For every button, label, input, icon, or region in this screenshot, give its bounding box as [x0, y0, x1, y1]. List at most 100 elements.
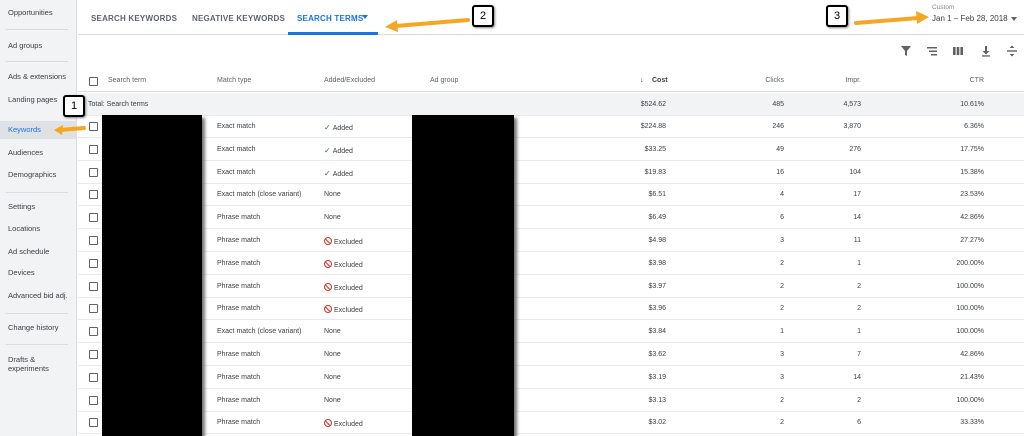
status-label: None — [324, 328, 341, 336]
match-type-cell: Phrase match — [217, 282, 261, 290]
row-checkbox[interactable] — [89, 327, 98, 337]
row-checkbox[interactable] — [89, 190, 98, 200]
status-label: Excluded — [334, 307, 363, 315]
column-header-cost[interactable]: Cost — [652, 77, 668, 84]
row-checkbox[interactable] — [89, 304, 98, 314]
sidebar-item-advanced-bid-adj[interactable]: Advanced bid adj. — [0, 291, 77, 300]
table-row[interactable]: Phrase match None $3.13 2 2 100.00% — [78, 389, 1024, 412]
status-label: Excluded — [334, 239, 363, 246]
sidebar-item-audiences[interactable]: Audiences — [0, 148, 77, 157]
annotation-callout-1: 1 — [63, 95, 85, 117]
status-cell: Excluded — [324, 282, 363, 292]
clicks-cell: 49 — [776, 145, 784, 153]
column-header-clicks[interactable]: Clicks — [728, 77, 784, 84]
column-header-ctr[interactable]: CTR — [928, 77, 984, 84]
sidebar-item-demographics[interactable]: Demographics — [0, 170, 77, 179]
segment-icon[interactable] — [926, 45, 938, 57]
match-type-cell: Phrase match — [217, 259, 261, 267]
row-checkbox[interactable] — [89, 350, 98, 359]
filter-icon[interactable] — [900, 45, 912, 57]
status-label: Added — [332, 125, 353, 132]
column-header-ad-group[interactable]: Ad group — [430, 77, 458, 84]
columns-icon[interactable] — [952, 45, 964, 57]
row-checkbox[interactable] — [89, 258, 98, 268]
row-checkbox[interactable] — [89, 144, 98, 154]
table-row[interactable]: Exact match (close variant) None $3.84 1 1 10… — [78, 320, 1024, 344]
sidebar-item-settings[interactable]: Settings — [0, 202, 77, 211]
clicks-cell: 3 — [780, 351, 784, 358]
sidebar-item-ad-schedule[interactable]: Ad schedule — [0, 247, 77, 256]
match-type-cell: Phrase match — [217, 305, 261, 313]
match-type-cell: Exact match — [217, 168, 256, 176]
sidebar-item-ads-extensions[interactable]: Ads & extensions — [0, 72, 77, 81]
table-row[interactable]: Phrase match None $3.19 3 14 21.43% — [78, 366, 1024, 389]
row-checkbox[interactable] — [89, 281, 98, 291]
cost-cell: $224.88 — [640, 123, 666, 130]
date-range-picker[interactable]: Jan 1 – Feb 28, 2018 — [932, 14, 1008, 23]
tab-negative-keywords[interactable]: NEGATIVE KEYWORDS — [192, 14, 285, 23]
table-row[interactable]: Phrase match None $3.62 3 7 42.86% — [78, 343, 1024, 366]
column-header-match-type[interactable]: Match type — [217, 77, 251, 84]
cost-cell: $3.96 — [648, 305, 666, 313]
impr-cell: 2 — [857, 282, 861, 290]
sidebar-item-drafts-experiments[interactable]: Drafts & experiments — [0, 355, 77, 373]
row-checkbox[interactable] — [89, 167, 98, 177]
table-row[interactable]: Phrase match None $6.49 6 14 42.86% — [78, 206, 1024, 230]
ctr-cell: 33.33% — [960, 419, 984, 427]
impr-cell: 3,870 — [843, 123, 861, 130]
download-icon[interactable] — [980, 45, 992, 57]
tab-search-keywords[interactable]: SEARCH KEYWORDS — [91, 14, 177, 23]
expand-icon[interactable] — [1006, 45, 1018, 57]
row-checkbox[interactable] — [89, 395, 98, 405]
sidebar-item-devices[interactable]: Devices — [0, 268, 77, 277]
row-checkbox[interactable] — [89, 236, 98, 245]
table-row[interactable]: Exact match ✓ Added $19.83 16 104 15.38% — [78, 161, 1024, 184]
annotation-arrow-2 — [385, 18, 470, 32]
match-type-cell: Phrase match — [217, 396, 261, 404]
column-header-search-term[interactable]: Search term — [108, 77, 146, 84]
status-label: None — [324, 373, 341, 381]
status-cell: ✓ Added — [324, 169, 353, 178]
redacted-ad-groups — [412, 115, 514, 436]
sidebar-item-opportunities[interactable]: Opportunities — [0, 8, 77, 17]
sidebar: Opportunities Ad groups Ads & extensions… — [0, 0, 77, 436]
table-row[interactable]: Exact match ✓ Added $33.25 49 276 17.75% — [78, 138, 1024, 161]
table-row[interactable]: Exact match (close variant) None $6.51 4 17 2… — [78, 183, 1024, 207]
table-row[interactable]: Phrase match Excluded $3.98 2 1 200.00% — [78, 252, 1024, 275]
select-all-checkbox[interactable] — [89, 77, 98, 86]
impr-cell: 7 — [857, 351, 861, 358]
sidebar-divider — [6, 344, 68, 345]
cost-cell: $4.98 — [648, 237, 666, 244]
table-row[interactable]: Exact match ✓ Added $224.88 246 3,870 6.36% — [78, 115, 1024, 138]
table-row[interactable]: Phrase match Excluded $4.98 3 11 27.27% — [78, 229, 1024, 252]
sidebar-item-locations[interactable]: Locations — [0, 224, 77, 233]
ctr-cell: 6.36% — [964, 123, 984, 130]
column-header-impr[interactable]: Impr. — [805, 77, 861, 84]
tab-search-terms[interactable]: SEARCH TERMS — [297, 14, 363, 23]
row-checkbox[interactable] — [89, 418, 98, 428]
sidebar-item-ad-groups[interactable]: Ad groups — [0, 41, 77, 50]
status-label: Excluded — [334, 421, 363, 429]
total-label: Total: Search terms — [88, 101, 149, 108]
chevron-down-icon[interactable] — [362, 15, 368, 19]
column-header-added-excluded[interactable]: Added/Excluded — [324, 77, 375, 84]
chevron-down-icon[interactable] — [1011, 17, 1017, 21]
table-row[interactable]: Phrase match Excluded $3.02 2 6 33.33% — [78, 411, 1024, 435]
status-cell: None — [324, 374, 341, 381]
status-cell: Excluded — [324, 259, 363, 269]
sidebar-divider — [6, 29, 68, 30]
table-row[interactable]: Phrase match Excluded $3.96 2 2 100.00% — [78, 297, 1024, 321]
row-checkbox[interactable] — [89, 122, 98, 131]
sort-arrow-icon[interactable]: ↓ — [640, 77, 644, 84]
sidebar-item-change-history[interactable]: Change history — [0, 323, 77, 332]
table-row[interactable]: Phrase match Excluded $3.97 2 2 100.00% — [78, 275, 1024, 298]
row-checkbox[interactable] — [89, 213, 98, 223]
status-cell: Excluded — [324, 419, 363, 428]
row-checkbox[interactable] — [89, 372, 98, 382]
match-type-cell: Phrase match — [217, 419, 261, 427]
impr-cell: 11 — [853, 237, 861, 244]
status-cell: None — [324, 351, 341, 358]
clicks-cell: 2 — [780, 419, 784, 427]
clicks-cell: 2 — [780, 259, 784, 267]
cost-cell: $33.25 — [644, 145, 666, 153]
